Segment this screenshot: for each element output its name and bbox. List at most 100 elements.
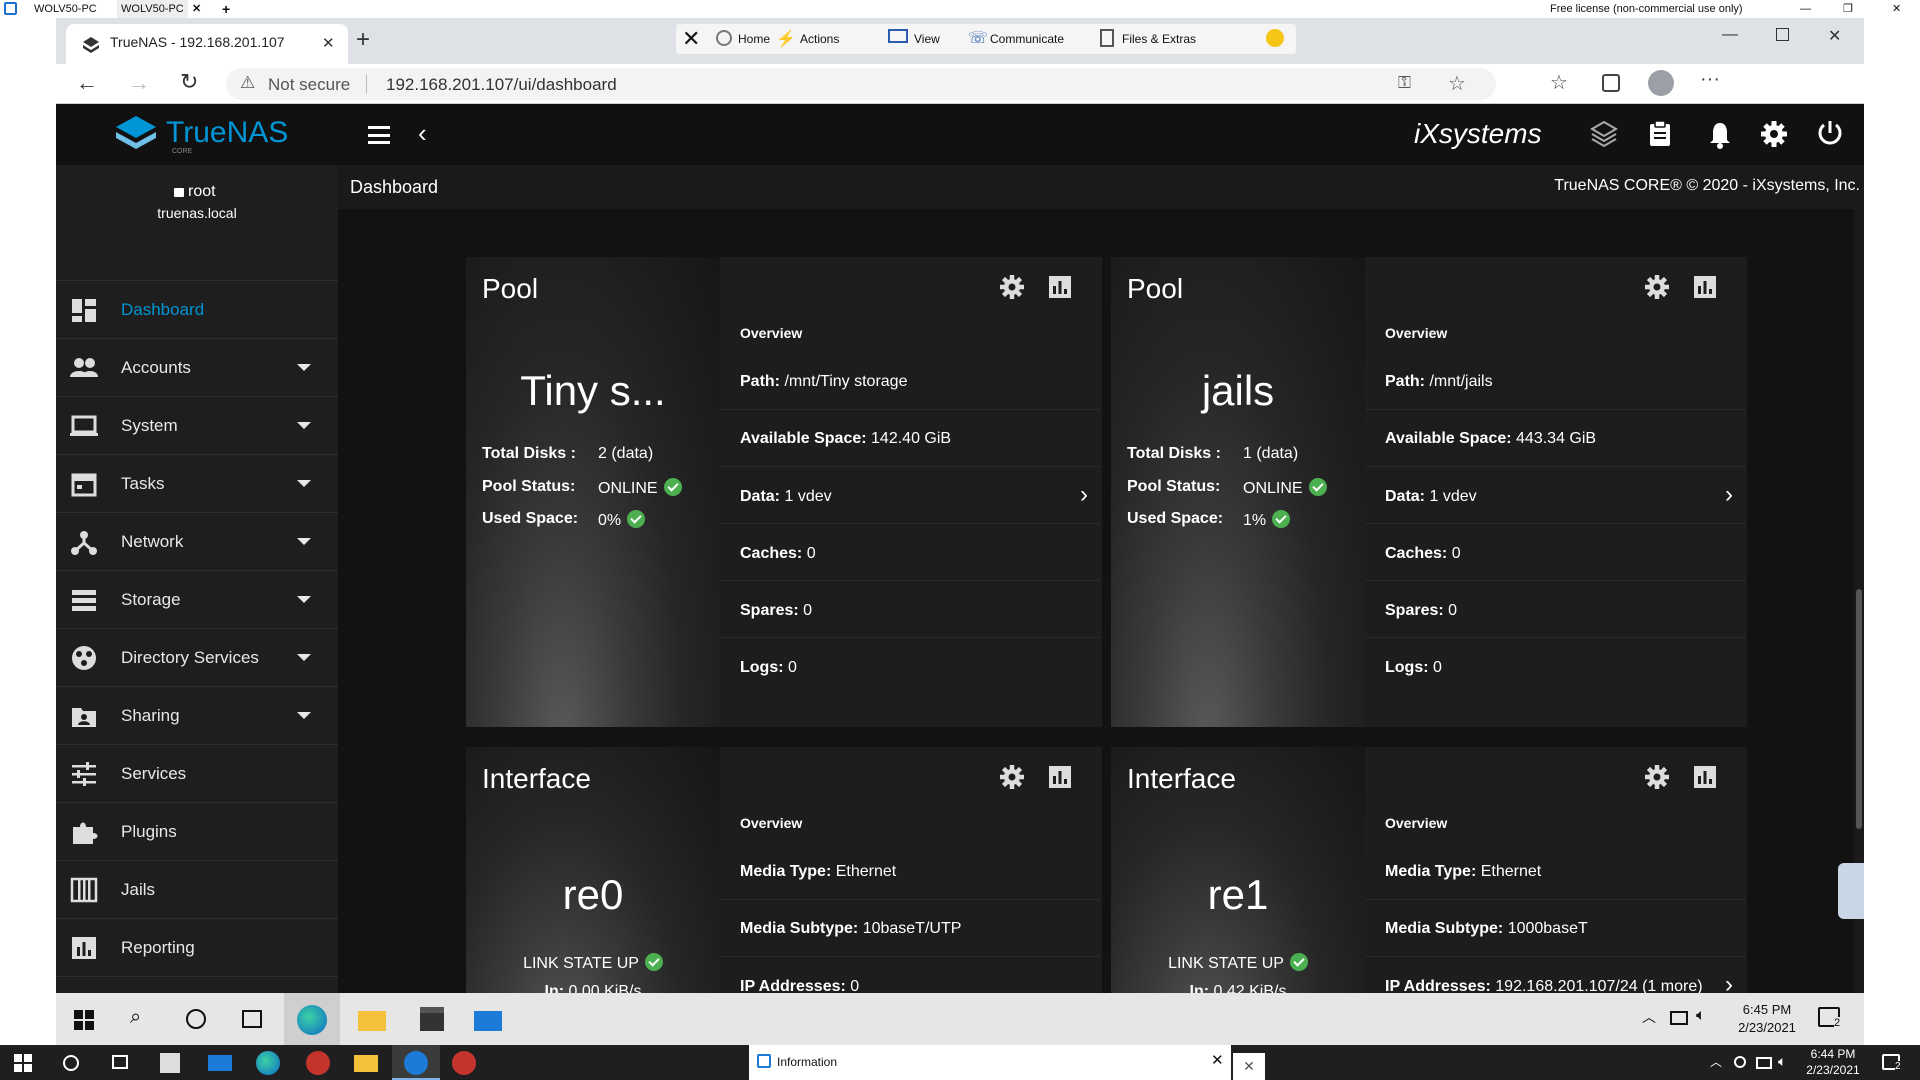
collapse-sidebar-icon[interactable]: ‹ — [418, 118, 427, 149]
scrollbar-thumb[interactable] — [1856, 589, 1862, 829]
new-tab-icon[interactable]: + — [222, 0, 230, 18]
session-tab-2[interactable]: WOLV50-PC — [117, 0, 188, 18]
sidebar-item-services[interactable]: Services — [56, 745, 338, 803]
remote-clock-time[interactable]: 6:45 PM — [1732, 1002, 1802, 1017]
chevron-right-icon[interactable]: › — [1725, 481, 1733, 509]
volume-icon[interactable]: 🔈︎ — [1696, 1007, 1706, 1025]
sidebar-item-storage[interactable]: Storage — [56, 571, 338, 629]
information-close-icon[interactable]: ✕ — [1211, 1051, 1224, 1069]
file-explorer-icon[interactable] — [358, 1011, 386, 1031]
teamviewer-tray-icon[interactable] — [1734, 1056, 1746, 1068]
file-icon — [1100, 29, 1114, 47]
tray-chevron-up-icon[interactable]: ︿ — [1642, 1007, 1656, 1027]
close-window-icon[interactable]: ✕ — [1892, 0, 1901, 18]
cortana-icon[interactable] — [63, 1055, 79, 1071]
chevron-right-icon[interactable]: › — [1080, 481, 1088, 509]
tab-title: TrueNAS - 192.168.201.107 — [110, 34, 285, 50]
back-icon[interactable]: ← — [76, 70, 98, 96]
cortana-icon[interactable] — [186, 1009, 206, 1029]
toolbar-view[interactable]: View — [914, 32, 940, 46]
favorite-add-icon[interactable]: ☆ — [1448, 71, 1466, 96]
restore-icon[interactable]: ❐ — [1843, 0, 1853, 18]
sidebar-item-tasks[interactable]: Tasks — [56, 455, 338, 513]
services-icon — [72, 762, 96, 786]
media-app-2-icon[interactable] — [452, 1051, 476, 1075]
profile-icon[interactable] — [1648, 70, 1674, 96]
settings-gear-icon[interactable] — [1760, 120, 1788, 148]
sidebar-item-plugins[interactable]: Plugins — [56, 803, 338, 861]
interface-reports-chart-icon[interactable] — [1046, 763, 1074, 791]
reload-icon[interactable]: ↻ — [180, 69, 198, 95]
smiley-icon[interactable] — [1266, 29, 1284, 47]
secondary-close-button[interactable]: ✕ — [1233, 1053, 1265, 1080]
scrollbar-track[interactable] — [1854, 209, 1864, 1045]
pool-settings-gear-icon[interactable] — [1643, 273, 1671, 301]
windows-start-icon[interactable] — [74, 1010, 94, 1030]
url-field[interactable]: ⚠ Not secure 192.168.201.107/ui/dashboar… — [226, 68, 1496, 100]
pool-reports-chart-icon[interactable] — [1046, 273, 1074, 301]
information-window-tab[interactable]: Information ✕ — [749, 1045, 1231, 1080]
sidebar-item-accounts[interactable]: Accounts — [56, 339, 338, 397]
file-explorer-icon[interactable] — [354, 1055, 378, 1072]
task-view-icon[interactable] — [112, 1055, 128, 1069]
store-icon[interactable] — [160, 1053, 180, 1073]
browser-maximize-icon[interactable] — [1776, 28, 1789, 41]
available-space-row: Available Space: 443.34 GiB — [1385, 430, 1596, 448]
toolbar-communicate[interactable]: Communicate — [990, 32, 1064, 46]
sidebar-item-network[interactable]: Network — [56, 513, 338, 571]
sidebar-item-directory-services[interactable]: Directory Services — [56, 629, 338, 687]
pool-reports-chart-icon[interactable] — [1691, 273, 1719, 301]
toolbar-files-extras[interactable]: Files & Extras — [1122, 32, 1196, 46]
browser-tab[interactable]: TrueNAS - 192.168.201.107 ✕ — [66, 24, 348, 64]
network-tray-icon[interactable] — [1670, 1011, 1688, 1025]
sidebar-item-system[interactable]: System — [56, 397, 338, 455]
search-icon[interactable]: ⌕ — [130, 1006, 141, 1029]
tab-close-icon[interactable]: ✕ — [322, 34, 335, 52]
home-icon[interactable] — [716, 30, 732, 46]
session-tab-1[interactable]: WOLV50-PC — [34, 0, 97, 18]
new-tab-icon[interactable]: + — [356, 26, 370, 54]
toolbar-actions[interactable]: Actions — [800, 32, 839, 46]
close-tab-icon[interactable]: ✕ — [192, 0, 201, 18]
store-icon[interactable] — [420, 1007, 444, 1031]
interface-settings-gear-icon[interactable] — [1643, 763, 1671, 791]
task-manager-icon[interactable] — [1648, 120, 1672, 148]
tray-chevron-up-icon[interactable]: ︿ — [1710, 1053, 1722, 1070]
check-icon — [627, 510, 646, 528]
sidebar-item-reporting[interactable]: Reporting — [56, 919, 338, 977]
browser-close-icon[interactable]: ✕ — [1828, 26, 1841, 46]
remote-clock-date[interactable]: 2/23/2021 — [1732, 1020, 1802, 1035]
pool-settings-gear-icon[interactable] — [998, 273, 1026, 301]
interface-settings-gear-icon[interactable] — [998, 763, 1026, 791]
network-tray-icon[interactable] — [1756, 1057, 1772, 1069]
more-icon[interactable]: ··· — [1700, 68, 1720, 91]
volume-icon[interactable]: 🔈︎ — [1778, 1053, 1786, 1070]
browser-minimize-icon[interactable]: — — [1722, 26, 1738, 44]
truecommand-icon[interactable] — [1590, 120, 1618, 148]
sidebar-item-dashboard[interactable]: Dashboard — [56, 281, 338, 339]
local-clock-time[interactable]: 6:44 PM — [1798, 1047, 1868, 1061]
minimize-icon[interactable]: — — [1800, 0, 1811, 18]
data-vdev-row[interactable]: Data: 1 vdev — [1385, 488, 1477, 506]
task-view-icon[interactable] — [242, 1010, 262, 1028]
sidebar-item-sharing[interactable]: Sharing — [56, 687, 338, 745]
hamburger-icon[interactable] — [368, 126, 390, 144]
forward-icon[interactable]: → — [128, 70, 150, 96]
media-app-icon[interactable] — [306, 1051, 330, 1075]
key-icon[interactable]: ⚿ — [1398, 73, 1411, 93]
sidebar-item-jails[interactable]: Jails — [56, 861, 338, 919]
session-side-handle[interactable] — [1838, 863, 1864, 919]
toolbar-home[interactable]: Home — [738, 32, 770, 46]
windows-start-icon[interactable] — [14, 1054, 32, 1072]
power-icon[interactable] — [1816, 119, 1844, 147]
favorites-icon[interactable]: ☆ — [1550, 70, 1568, 95]
mail-icon[interactable] — [208, 1055, 232, 1071]
mail-icon[interactable] — [474, 1011, 502, 1031]
interface-reports-chart-icon[interactable] — [1691, 763, 1719, 791]
local-clock-date[interactable]: 2/23/2021 — [1798, 1063, 1868, 1077]
close-toolbar-icon[interactable]: ✕ — [682, 26, 700, 52]
notifications-bell-icon[interactable] — [1708, 121, 1732, 149]
data-vdev-row[interactable]: Data: 1 vdev — [740, 488, 832, 506]
collections-icon[interactable] — [1602, 74, 1620, 92]
edge-icon[interactable] — [256, 1051, 280, 1075]
